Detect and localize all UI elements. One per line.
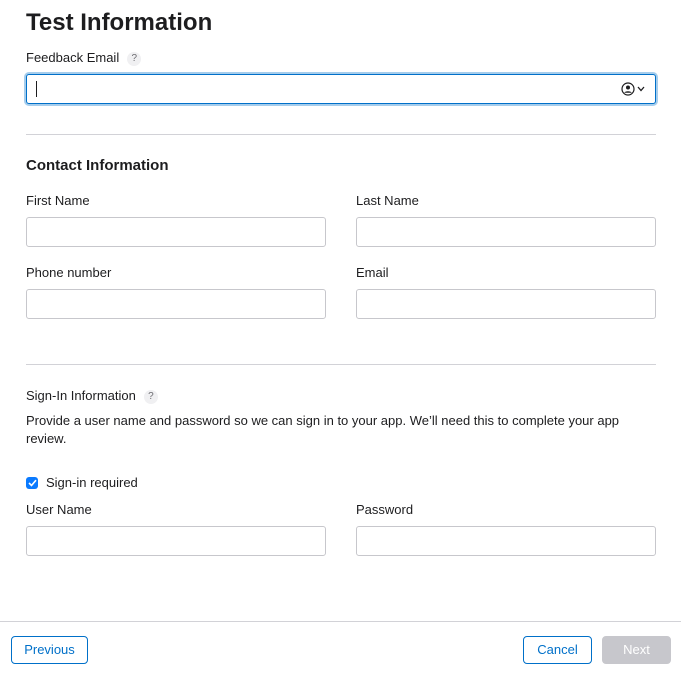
contact-picker-button[interactable] bbox=[621, 82, 645, 96]
password-field[interactable] bbox=[356, 526, 656, 556]
footer-divider bbox=[0, 621, 681, 622]
user-name-field[interactable] bbox=[26, 526, 326, 556]
first-name-field[interactable] bbox=[26, 217, 326, 247]
cancel-button[interactable]: Cancel bbox=[523, 636, 592, 664]
signin-required-checkbox[interactable] bbox=[26, 477, 38, 489]
person-circle-icon bbox=[621, 82, 635, 96]
signin-information-heading: Sign-In Information bbox=[26, 388, 136, 403]
feedback-email-field[interactable] bbox=[26, 74, 656, 104]
signin-required-label[interactable]: Sign-in required bbox=[46, 475, 138, 491]
first-name-label: First Name bbox=[26, 193, 90, 208]
signin-required-checkbox-row[interactable]: Sign-in required bbox=[26, 475, 138, 491]
text-caret bbox=[36, 81, 37, 97]
next-button[interactable]: Next bbox=[602, 636, 671, 664]
signin-description-line: Provide a user name and password so we c… bbox=[26, 413, 620, 428]
signin-description-line: review. bbox=[26, 431, 67, 446]
divider bbox=[26, 134, 656, 135]
last-name-field[interactable] bbox=[356, 217, 656, 247]
signin-description: Provide a user name and password so we c… bbox=[26, 412, 666, 448]
last-name-label: Last Name bbox=[356, 193, 419, 208]
checkmark-icon bbox=[27, 479, 37, 487]
signin-heading-row: Sign-In Information? bbox=[26, 388, 158, 404]
help-icon[interactable]: ? bbox=[127, 52, 142, 66]
feedback-email-label-row: Feedback Email? bbox=[26, 50, 142, 66]
feedback-email-label: Feedback Email bbox=[26, 50, 120, 65]
email-field[interactable] bbox=[356, 289, 656, 319]
previous-button[interactable]: Previous bbox=[11, 636, 88, 664]
help-icon[interactable]: ? bbox=[143, 390, 158, 404]
user-name-label: User Name bbox=[26, 502, 92, 517]
page-title: Test Information bbox=[26, 9, 213, 36]
contact-information-heading: Contact Information bbox=[26, 157, 169, 174]
password-label: Password bbox=[356, 502, 414, 517]
email-label: Email bbox=[356, 265, 389, 280]
phone-number-field[interactable] bbox=[26, 289, 326, 319]
divider bbox=[26, 364, 656, 365]
phone-number-label: Phone number bbox=[26, 265, 112, 280]
chevron-down-icon bbox=[637, 86, 645, 92]
